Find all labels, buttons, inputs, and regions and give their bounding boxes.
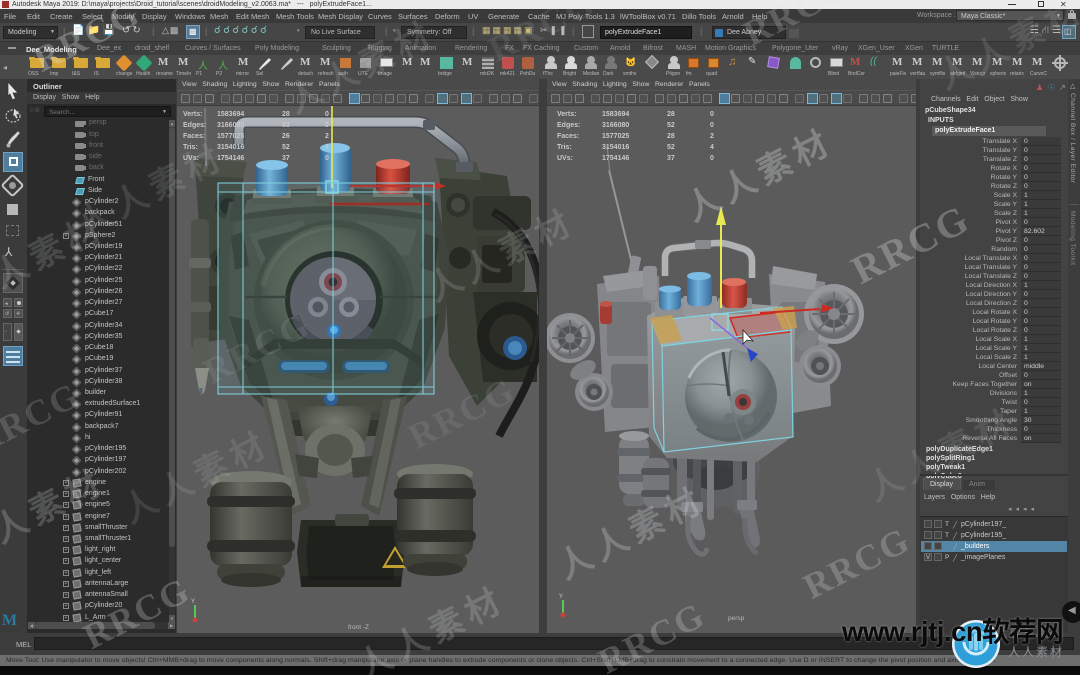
svg-text:persp: persp [728,615,745,622]
svg-text:28: 28 [667,111,675,118]
svg-text:37: 37 [282,155,290,162]
svg-text:28: 28 [282,111,290,118]
svg-text:4: 4 [710,144,714,151]
svg-text:0: 0 [710,155,714,162]
svg-text:3154016: 3154016 [602,144,629,151]
svg-text:3166080: 3166080 [602,122,629,129]
svg-text:1577025: 1577025 [217,133,244,140]
svg-text:Y: Y [191,599,195,605]
svg-text:52: 52 [667,122,675,129]
svg-text:26: 26 [282,133,290,140]
svg-text:Edges:: Edges: [557,122,580,129]
svg-text:0: 0 [710,111,714,118]
svg-text:37: 37 [667,155,675,162]
svg-text:1754146: 1754146 [217,155,244,162]
svg-text:0: 0 [325,111,329,118]
svg-text:28: 28 [667,133,675,140]
svg-text:3166080: 3166080 [217,122,244,129]
svg-text:UVs:: UVs: [183,155,199,162]
svg-text:Faces:: Faces: [183,133,205,140]
svg-text:1583694: 1583694 [217,111,244,118]
svg-text:0: 0 [325,155,329,162]
svg-text:Tris:: Tris: [183,144,198,151]
svg-text:52: 52 [667,144,675,151]
svg-text:Y: Y [559,594,563,600]
svg-text:Verts:: Verts: [183,111,202,118]
svg-text:Edges:: Edges: [183,122,206,129]
svg-text:2: 2 [325,133,329,140]
svg-text:1583694: 1583694 [602,111,629,118]
svg-text:0: 0 [710,122,714,129]
svg-text:52: 52 [282,144,290,151]
svg-text:Faces:: Faces: [557,133,579,140]
svg-text:Tris:: Tris: [557,144,572,151]
svg-text:UVs:: UVs: [557,155,573,162]
svg-text:Verts:: Verts: [557,111,576,118]
svg-text:1577025: 1577025 [602,133,629,140]
svg-text:2: 2 [710,133,714,140]
svg-text:53: 53 [282,122,290,129]
svg-text:0: 0 [325,122,329,129]
svg-text:3154016: 3154016 [217,144,244,151]
svg-text:1754146: 1754146 [602,155,629,162]
svg-text:front -Z: front -Z [348,624,369,631]
svg-text:4: 4 [325,144,329,151]
